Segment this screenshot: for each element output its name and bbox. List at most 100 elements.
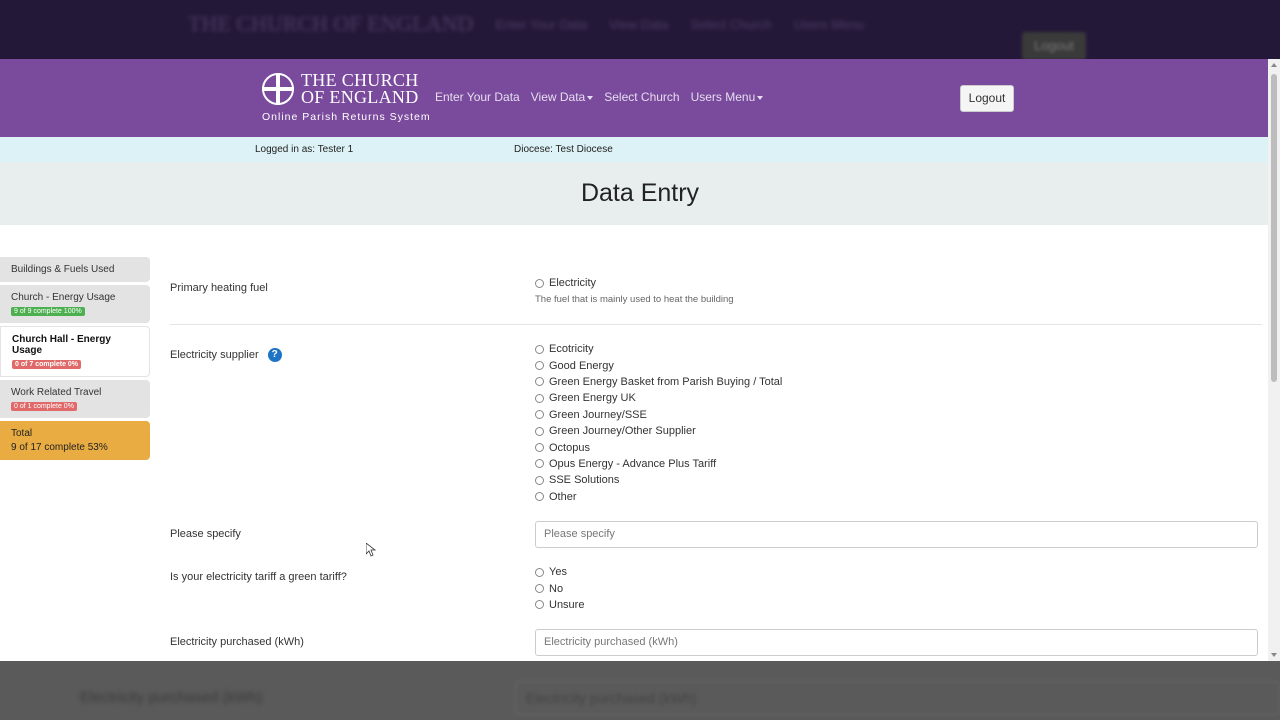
status-badge: 9 of 9 complete 100% xyxy=(11,307,85,316)
logged-in-text: Logged in as: Tester 1 xyxy=(255,144,354,155)
supplier-option[interactable]: Green Energy UK xyxy=(535,390,782,406)
supplier-option[interactable]: Opus Energy - Advance Plus Tariff xyxy=(535,456,782,472)
option-label: Other xyxy=(549,490,577,503)
radio-icon[interactable] xyxy=(535,377,544,387)
option-label: No xyxy=(549,582,564,595)
nav-enter-data[interactable]: Enter Your Data xyxy=(435,90,520,104)
ghost-nav-view: View Data xyxy=(609,16,669,32)
option-label: Green Energy UK xyxy=(549,392,636,405)
nav-select-church[interactable]: Select Church xyxy=(604,90,679,104)
supplier-options: Ecotricity Good Energy Green Energy Bask… xyxy=(535,341,782,505)
total-value: 9 of 17 complete 53% xyxy=(11,442,108,453)
brand-logo[interactable]: THE CHURCH OF ENGLAND Online Parish Retu… xyxy=(262,71,431,123)
page-title: Data Entry xyxy=(0,162,1280,225)
radio-icon[interactable] xyxy=(535,278,544,288)
info-bar: Logged in as: Tester 1 Diocese: Test Dio… xyxy=(0,137,1280,162)
status-badge: 0 of 1 complete 0% xyxy=(11,402,77,411)
radio-icon[interactable] xyxy=(535,361,544,371)
radio-icon[interactable] xyxy=(535,584,544,594)
ghost-brand: THE CHURCH OF ENGLAND xyxy=(188,11,474,36)
sidebar-item-travel[interactable]: Work Related Travel 0 of 1 complete 0% xyxy=(0,380,150,418)
scroll-down-arrow-icon[interactable] xyxy=(1271,653,1277,657)
caret-down-icon xyxy=(757,95,764,100)
ghost-nav-users: Users Menu xyxy=(793,16,864,32)
tariff-option-no[interactable]: No xyxy=(535,580,584,596)
supplier-option[interactable]: Green Journey/SSE xyxy=(535,407,782,423)
brand-line2: OF ENGLAND xyxy=(301,87,419,107)
scrollbar-thumb[interactable] xyxy=(1271,74,1277,382)
nav-menu: Enter Your Data View Data Select Church … xyxy=(435,90,774,104)
option-label: Green Journey/Other Supplier xyxy=(549,425,696,438)
heating-help-text: The fuel that is mainly used to heat the… xyxy=(535,294,734,306)
specify-label: Please specify xyxy=(170,528,241,540)
radio-icon[interactable] xyxy=(535,443,544,453)
option-label: Ecotricity xyxy=(549,343,594,356)
scroll-up-arrow-icon[interactable] xyxy=(1271,63,1277,67)
background-bottom: Electricity purchased (kWh) Electricity … xyxy=(0,661,1280,720)
brand-name: THE CHURCH OF ENGLAND xyxy=(301,71,419,107)
tariff-option-unsure[interactable]: Unsure xyxy=(535,597,584,613)
option-label: Electricity xyxy=(549,277,597,290)
ghost-label: Electricity purchased (kWh) xyxy=(80,689,263,706)
option-label: Octopus xyxy=(549,441,590,454)
supplier-option[interactable]: Good Energy xyxy=(535,357,782,373)
radio-icon[interactable] xyxy=(535,492,544,502)
status-badge: 0 of 7 complete 0% xyxy=(12,360,82,369)
radio-icon[interactable] xyxy=(535,426,544,436)
radio-icon[interactable] xyxy=(535,475,544,485)
supplier-label: Electricity supplier xyxy=(170,348,259,361)
radio-icon[interactable] xyxy=(535,459,544,469)
sidebar-item-label: Church - Energy Usage xyxy=(11,292,116,303)
heating-option-electricity[interactable]: Electricity xyxy=(535,275,734,291)
logout-button[interactable]: Logout xyxy=(960,85,1014,112)
nav-users-menu-label: Users Menu xyxy=(690,90,756,104)
option-label: Yes xyxy=(549,566,567,579)
supplier-option[interactable]: Ecotricity xyxy=(535,341,782,357)
supplier-option[interactable]: Other xyxy=(535,489,782,505)
sidebar-item-label: Buildings & Fuels Used xyxy=(11,264,115,275)
option-label: Good Energy xyxy=(549,359,614,372)
radio-icon[interactable] xyxy=(535,393,544,403)
help-icon[interactable]: ? xyxy=(267,348,282,362)
sidebar-item-hall-energy[interactable]: Church Hall - Energy Usage 0 of 7 comple… xyxy=(0,326,150,377)
option-label: Green Journey/SSE xyxy=(549,408,647,421)
heating-fuel-label: Primary heating fuel xyxy=(170,282,268,294)
mouse-cursor-icon xyxy=(365,542,377,562)
green-tariff-options: Yes No Unsure xyxy=(535,564,584,613)
scrollbar[interactable] xyxy=(1268,59,1280,661)
option-label: Opus Energy - Advance Plus Tariff xyxy=(549,457,717,470)
purchased-label: Electricity purchased (kWh) xyxy=(170,636,304,648)
option-label: Green Energy Basket from Parish Buying /… xyxy=(549,375,783,388)
nav-view-data[interactable]: View Data xyxy=(530,90,594,104)
nav-view-data-label: View Data xyxy=(530,90,586,104)
supplier-option[interactable]: Green Energy Basket from Parish Buying /… xyxy=(535,374,782,390)
sidebar-item-label: Church Hall - Energy Usage xyxy=(12,334,111,356)
green-tariff-label: Is your electricity tariff a green tarif… xyxy=(170,571,347,583)
navbar: THE CHURCH OF ENGLAND Online Parish Retu… xyxy=(0,59,1280,137)
ghost-navbar: THE CHURCH OF ENGLAND Enter Your Data Vi… xyxy=(188,11,864,36)
supplier-option[interactable]: Octopus xyxy=(535,439,782,455)
radio-icon[interactable] xyxy=(535,344,544,354)
total-label: Total xyxy=(11,428,33,439)
supplier-option[interactable]: SSE Solutions xyxy=(535,472,782,488)
sidebar: Buildings & Fuels Used Church - Energy U… xyxy=(0,257,150,463)
ghost-logout-button: Logout xyxy=(1022,32,1086,59)
diocese-text: Diocese: Test Diocese xyxy=(514,144,613,155)
sidebar-item-label: Work Related Travel xyxy=(11,387,102,398)
sidebar-item-buildings[interactable]: Buildings & Fuels Used xyxy=(0,257,150,282)
ghost-nav-select: Select Church xyxy=(690,16,772,32)
ghost-nav-enter: Enter Your Data xyxy=(495,16,588,32)
brand-subtitle: Online Parish Returns System xyxy=(262,111,431,123)
radio-icon[interactable] xyxy=(535,410,544,420)
tariff-option-yes[interactable]: Yes xyxy=(535,564,584,580)
church-crest-icon xyxy=(262,73,294,105)
background-top: THE CHURCH OF ENGLAND Enter Your Data Vi… xyxy=(0,0,1280,59)
supplier-option[interactable]: Green Journey/Other Supplier xyxy=(535,423,782,439)
purchased-input[interactable]: Electricity purchased (kWh) xyxy=(535,629,1258,656)
radio-icon[interactable] xyxy=(535,567,544,577)
specify-input[interactable]: Please specify xyxy=(535,521,1258,548)
nav-users-menu[interactable]: Users Menu xyxy=(691,90,764,104)
sidebar-item-church-energy[interactable]: Church - Energy Usage 9 of 9 complete 10… xyxy=(0,285,150,323)
radio-icon[interactable] xyxy=(535,600,544,610)
divider xyxy=(170,324,1262,325)
